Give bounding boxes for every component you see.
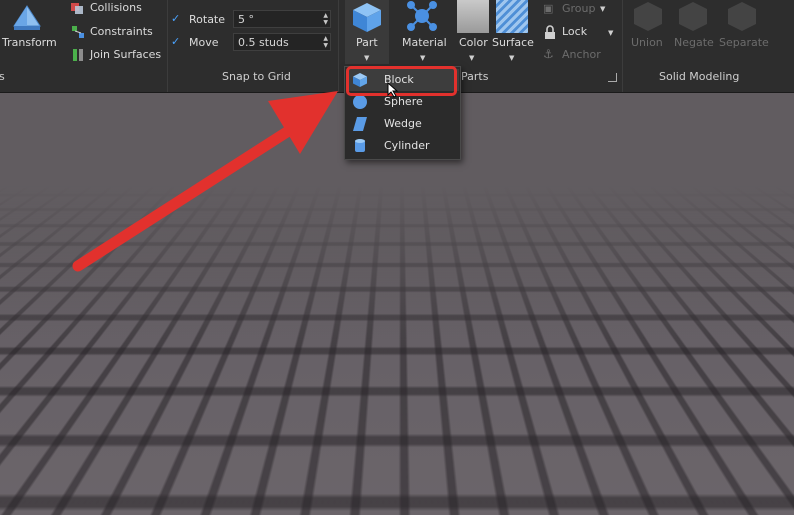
- menu-item-wedge[interactable]: Wedge: [346, 113, 459, 135]
- wedge-icon: [353, 117, 367, 131]
- cylinder-icon: [355, 139, 365, 152]
- menu-item-label: Wedge: [384, 117, 422, 130]
- mouse-cursor-icon: [387, 82, 399, 98]
- menu-item-label: Cylinder: [384, 139, 430, 152]
- sphere-icon: [353, 95, 367, 109]
- menu-item-cylinder[interactable]: Cylinder: [346, 135, 459, 157]
- block-highlight-annotation: [346, 66, 457, 96]
